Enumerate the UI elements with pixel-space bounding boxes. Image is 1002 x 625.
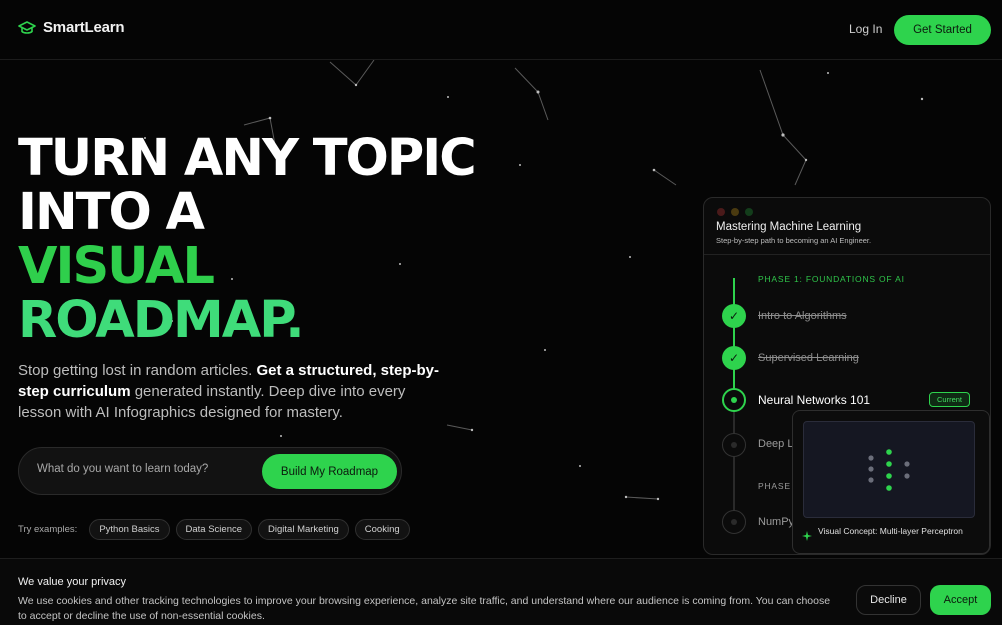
hero-title: TURN ANY TOPIC INTO A VISUAL ROADMAP.	[18, 129, 477, 350]
build-roadmap-button[interactable]: Build My Roadmap	[262, 454, 397, 489]
cookie-consent-banner: We value your privacy We use cookies and…	[0, 558, 1002, 625]
cookie-description: We use cookies and other tracking techno…	[18, 595, 831, 622]
pending-node-icon	[722, 433, 746, 457]
top-navbar: SmartLearn Log In Get Started	[0, 0, 1002, 60]
roadmap-title: Mastering Machine Learning	[716, 221, 862, 233]
hero-subtitle: Stop getting lost in random articles. Ge…	[18, 360, 448, 423]
topic-search-bar: Build My Roadmap	[18, 447, 402, 495]
brand-name: SmartLearn	[43, 19, 125, 36]
examples-label: Try examples:	[18, 524, 78, 535]
example-chip[interactable]: Cooking	[354, 519, 410, 540]
hero-title-line: TURN ANY TOPIC	[18, 129, 477, 188]
window-controls	[717, 208, 753, 216]
visual-concept-popover: Visual Concept: Multi-layer Perceptron	[792, 410, 990, 554]
example-chip[interactable]: Data Science	[175, 519, 253, 540]
cookie-title: We value your privacy	[18, 576, 127, 588]
completed-check-icon: ✓	[722, 304, 746, 328]
example-topics: Try examples: Python Basics Data Science…	[18, 519, 410, 540]
example-chip[interactable]: Digital Marketing	[258, 519, 349, 540]
current-badge: Current	[929, 392, 971, 407]
decline-cookies-button[interactable]: Decline	[856, 585, 921, 615]
roadmap-subtitle: Step-by-step path to becoming an AI Engi…	[716, 236, 872, 245]
close-dot-icon	[717, 208, 725, 216]
divider	[704, 254, 990, 255]
neural-network-icon	[868, 449, 910, 491]
lesson-item[interactable]: Intro to Algorithms	[758, 310, 847, 322]
pending-node-icon	[722, 510, 746, 534]
completed-check-icon: ✓	[722, 346, 746, 370]
hero-subtitle-text: Stop getting lost in random articles.	[18, 362, 257, 379]
accept-cookies-button[interactable]: Accept	[930, 585, 991, 615]
minimize-dot-icon	[731, 208, 739, 216]
perceptron-infographic	[803, 421, 975, 518]
visual-concept-caption: Visual Concept: Multi-layer Perceptron	[818, 526, 963, 536]
lesson-item[interactable]: Deep L	[758, 438, 793, 450]
hero-title-highlight: ROADMAP.	[18, 291, 305, 350]
topic-search-input[interactable]	[37, 463, 257, 475]
maximize-dot-icon	[745, 208, 753, 216]
current-node-icon	[722, 388, 746, 412]
hero-title-highlight: VISUAL	[18, 237, 215, 296]
sparkle-icon	[802, 531, 812, 541]
lesson-item-current[interactable]: Neural Networks 101	[758, 393, 870, 407]
brand-logo[interactable]: SmartLearn	[18, 19, 125, 36]
get-started-button[interactable]: Get Started	[894, 15, 991, 45]
example-chip[interactable]: Python Basics	[89, 519, 170, 540]
phase-heading: PHASE 1: FOUNDATIONS OF AI	[758, 274, 905, 284]
login-link[interactable]: Log In	[849, 22, 882, 36]
lesson-item[interactable]: Supervised Learning	[758, 352, 859, 364]
graduation-cap-icon	[18, 20, 36, 34]
lesson-item[interactable]: NumPy	[758, 516, 794, 528]
phase-heading: PHASE	[758, 481, 791, 491]
hero-title-line: INTO A	[18, 183, 205, 242]
